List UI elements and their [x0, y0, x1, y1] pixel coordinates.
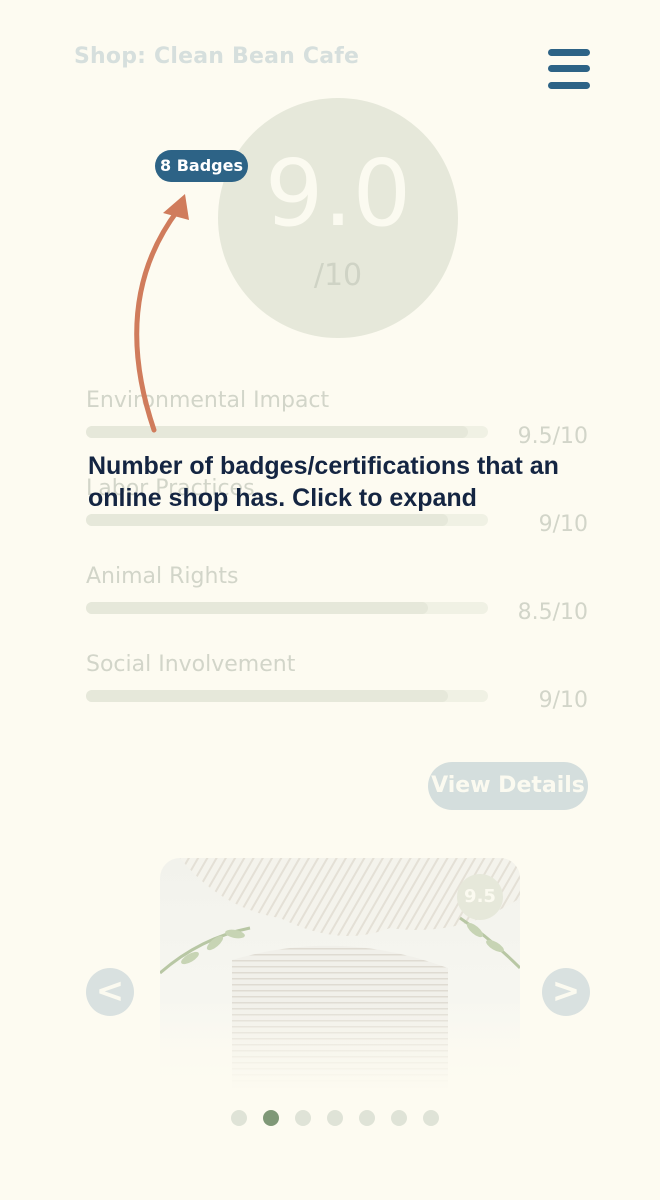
annotation-callout: Number of badges/certifications that an … [88, 452, 559, 512]
annotation-arrow [134, 194, 189, 433]
